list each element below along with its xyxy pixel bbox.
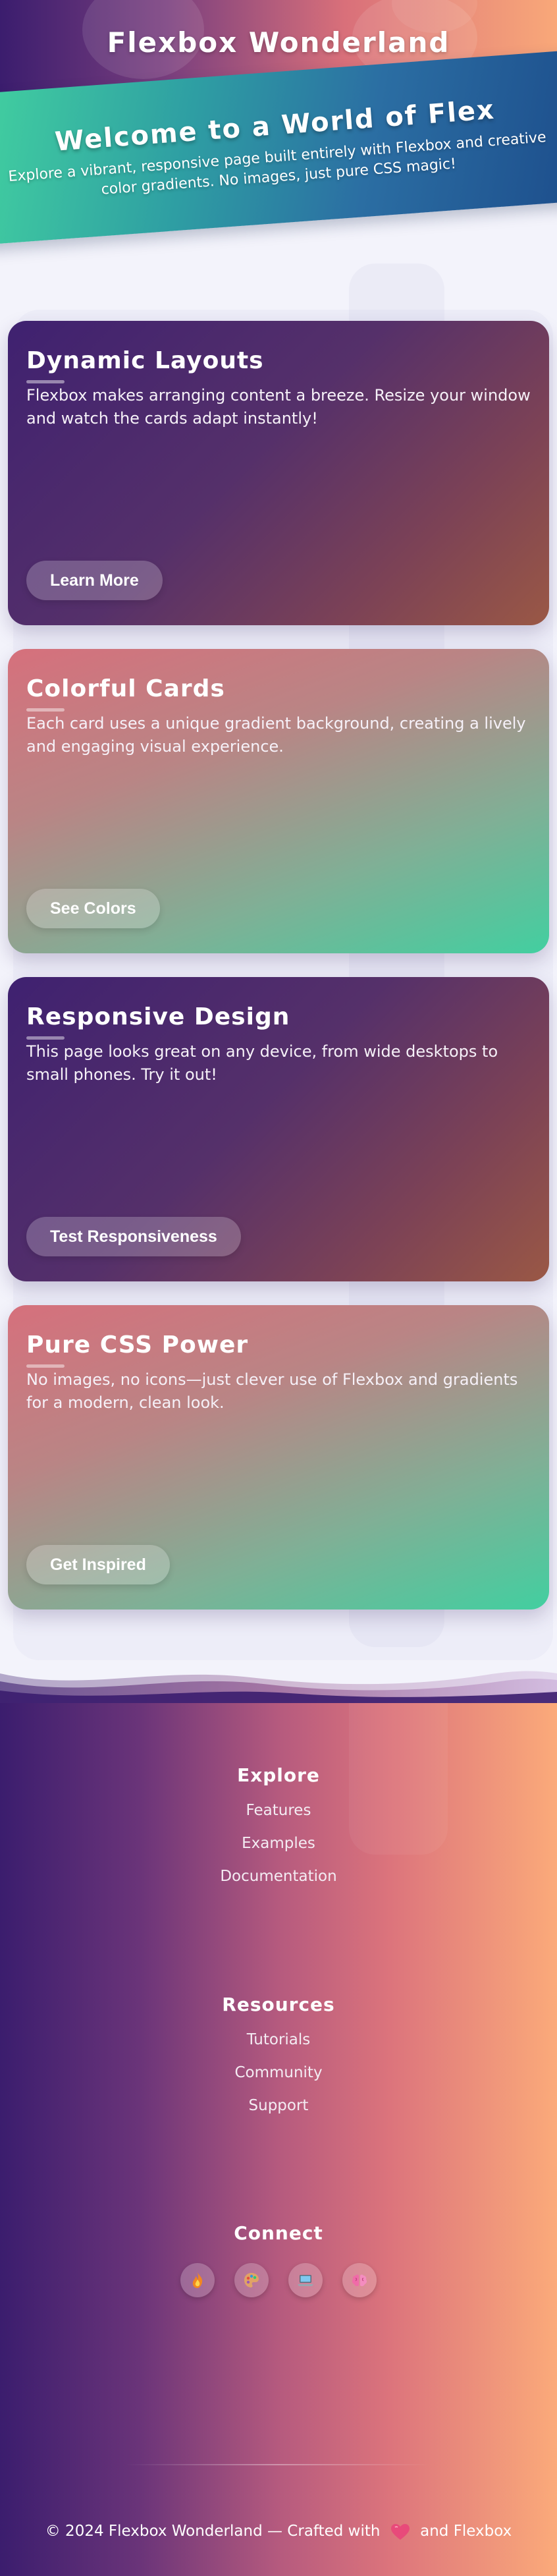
card-description: This page looks great on any device, fro… [26,1042,498,1084]
copyright-text: © 2024 Flexbox Wonderland — Crafted with… [0,2520,557,2542]
card-description: No images, no icons—just clever use of F… [26,1370,518,1412]
card-title: Pure CSS Power [26,1331,249,1358]
card-description: Flexbox makes arranging content a breeze… [26,386,531,428]
card-title: Responsive Design [26,1003,290,1030]
palette-icon [244,2273,259,2287]
card-title-underline [26,1036,65,1040]
test-responsiveness-button[interactable]: Test Responsiveness [26,1217,241,1256]
footer-heading-resources: Resources [222,1994,335,2015]
social-brain-link[interactable] [342,2263,377,2297]
card-title: Dynamic Layouts [26,347,264,374]
footer-link-examples[interactable]: Examples [0,1827,557,1860]
social-fire-link[interactable] [180,2263,215,2297]
card-dynamic-layouts: Dynamic Layouts Flexbox makes arranging … [8,321,549,625]
card-colorful-cards: Colorful Cards Each card uses a unique g… [8,649,549,953]
footer-heading-connect: Connect [234,2222,323,2244]
footer-link-support[interactable]: Support [0,2089,557,2122]
card-title-underline [26,380,65,383]
card-pure-css-power: Pure CSS Power No images, no icons—just … [8,1305,549,1610]
card-title: Colorful Cards [26,675,225,702]
brain-icon [352,2274,367,2287]
card-responsive-design: Responsive Design This page looks great … [8,977,549,1281]
social-palette-link[interactable] [234,2263,269,2297]
footer-wave [0,1671,557,1706]
footer-link-features[interactable]: Features [0,1794,557,1827]
copyright-before: © 2024 Flexbox Wonderland — Crafted with [45,2523,381,2540]
card-title-underline [26,1364,65,1368]
social-links [0,2263,557,2297]
learn-more-button[interactable]: Learn More [26,561,163,600]
footer-explore-section: Explore Features Examples Documentation [0,1762,557,1893]
get-inspired-button[interactable]: Get Inspired [26,1545,170,1584]
footer-heading-explore: Explore [237,1764,320,1786]
footer-link-documentation[interactable]: Documentation [0,1860,557,1893]
footer-link-tutorials[interactable]: Tutorials [0,2023,557,2056]
footer-resources-section: Resources Tutorials Community Support [0,1992,557,2122]
heart-icon [390,2523,410,2540]
site-title: Flexbox Wonderland [107,26,450,59]
see-colors-button[interactable]: See Colors [26,889,160,928]
laptop-icon [298,2275,313,2286]
copyright-after: and Flexbox [420,2523,512,2540]
footer-link-community[interactable]: Community [0,2056,557,2089]
site-footer: Explore Features Examples Documentation … [0,1703,557,2576]
footer-divider [125,2464,432,2465]
footer-connect-section: Connect [0,2220,557,2247]
fire-icon [192,2272,203,2288]
card-description: Each card uses a unique gradient backgro… [26,714,526,756]
social-laptop-link[interactable] [288,2263,323,2297]
card-title-underline [26,708,65,712]
